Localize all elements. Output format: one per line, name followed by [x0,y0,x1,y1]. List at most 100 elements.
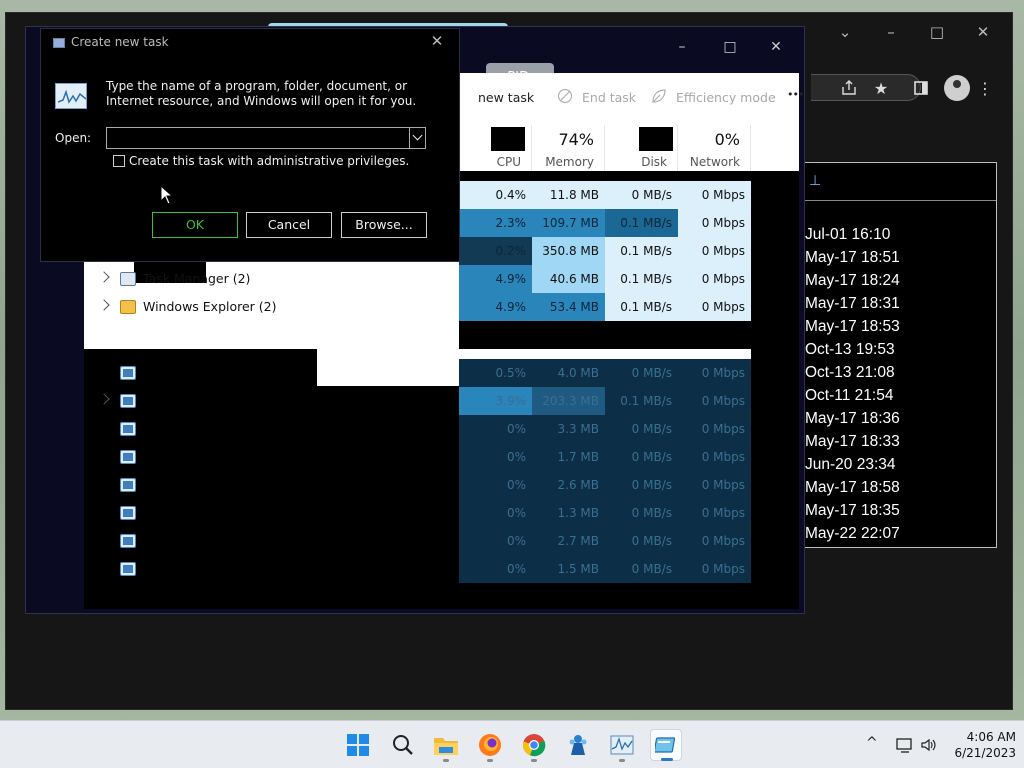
network-cell: 0 Mbps [678,555,751,583]
folder-icon [120,300,136,314]
minimize-button[interactable]: – [868,17,914,47]
cpu-cell: 0% [459,527,532,555]
start-windows-icon[interactable] [342,729,374,761]
menu-icon[interactable]: ⋮ [972,75,998,101]
search-icon[interactable] [387,729,419,761]
task-manager-taskbar-icon[interactable] [606,729,638,762]
memory-header-pct: 74% [558,130,594,149]
disk-cell: 0 MB/s [605,443,678,471]
tm-minimize-button[interactable]: – [662,33,702,61]
memory-header-label: Memory [545,155,594,169]
window-icon [120,450,136,464]
task-manager-graph-icon [55,83,87,109]
file-explorer-icon[interactable] [430,729,462,762]
task-manager-icon [120,272,136,286]
memory-header[interactable]: 74% Memory [532,125,605,171]
date-list-item: Oct-11 21:54 [805,387,894,404]
ok-button[interactable]: OK [152,212,238,238]
more-options-icon[interactable]: ••• [787,88,804,101]
close-button[interactable]: ✕ [960,17,1006,47]
cancel-button[interactable]: Cancel [246,212,332,238]
tm-close-button[interactable]: ✕ [756,33,796,61]
window-icon [120,562,136,576]
teams-people-icon[interactable] [562,729,594,761]
disk-cell: 0.1 MB/s [605,387,678,415]
chevron-right-icon[interactable] [98,393,110,405]
firefox-icon[interactable] [474,729,506,762]
tab-search-icon[interactable]: ⌄ [822,17,868,47]
maximize-button[interactable]: □ [914,17,960,47]
side-panel-icon[interactable] [908,75,934,101]
date-list-item: May-17 18:24 [805,272,900,289]
disk-cell: 0 MB/s [605,181,678,209]
date-list-item: May-17 18:58 [805,479,900,496]
dialog-close-button[interactable]: ✕ [427,32,447,52]
tray-overflow-chevron-icon[interactable]: ^ [866,735,878,751]
memory-cell: 1.7 MB [532,443,605,471]
disk-cell: 0 MB/s [605,555,678,583]
process-row[interactable]: 0% 1.3 MB 0 MB/s 0 Mbps [84,499,799,527]
share-icon[interactable] [836,75,862,101]
network-icon[interactable] [896,737,914,756]
volume-icon[interactable] [920,737,936,756]
cpu-cell: 0% [459,443,532,471]
leaf-icon [651,88,667,107]
cpu-redaction [491,127,525,151]
window-icon [120,366,136,380]
cpu-header[interactable]: CPU [459,125,532,171]
disk-cell: 0 MB/s [605,415,678,443]
process-row[interactable]: 0% 1.5 MB 0 MB/s 0 Mbps [84,555,799,583]
network-cell: 0 Mbps [678,443,751,471]
date-list-item: Jun-20 23:34 [805,456,896,473]
efficiency-mode-button[interactable]: Efficiency mode [676,90,776,105]
chrome-icon[interactable] [518,729,550,762]
profile-avatar-icon[interactable] [944,75,970,101]
date-list-item: May-17 18:36 [805,410,900,427]
window-icon [120,506,136,520]
run-new-task-button[interactable]: new task [478,90,534,105]
process-row[interactable]: 0.5% 4.0 MB 0 MB/s 0 Mbps [84,359,799,387]
chevron-right-icon[interactable] [98,299,110,311]
cpu-cell: 4.9% [459,293,532,321]
network-cell: 0 Mbps [678,265,751,293]
process-row[interactable]: 0% 1.7 MB 0 MB/s 0 Mbps [84,443,799,471]
process-row[interactable]: 0% 2.6 MB 0 MB/s 0 Mbps [84,471,799,499]
active-indicator [661,758,673,761]
open-input[interactable] [106,127,426,149]
memory-cell: 11.8 MB [532,181,605,209]
process-row[interactable]: Task Manager (2) 4.9% 40.6 MB 0.1 MB/s 0 Mbp… [84,265,799,293]
date-list-item: Jul-01 16:10 [805,226,891,243]
memory-cell: 53.4 MB [532,293,605,321]
end-task-button[interactable]: End task [582,90,636,105]
dialog-message: Type the name of a program, folder, docu… [106,79,417,108]
process-row[interactable]: 0% 3.3 MB 0 MB/s 0 Mbps [84,415,799,443]
date-list-item: Oct-13 21:08 [805,364,895,381]
window-icon [120,422,136,436]
process-row[interactable]: Windows Explorer (2) 4.9% 53.4 MB 0.1 MB/s 0… [84,293,799,321]
network-header[interactable]: 0% Network [678,125,751,171]
process-name: Windows Explorer (2) [143,299,277,314]
run-dialog-taskbar-icon[interactable] [650,729,682,761]
memory-cell: 203.3 MB [532,387,605,415]
network-header-label: Network [689,155,740,169]
disk-header[interactable]: Disk [605,125,678,171]
memory-cell: 350.8 MB [532,237,605,265]
chevron-right-icon[interactable] [98,271,110,283]
admin-checkbox[interactable] [113,155,125,167]
network-cell: 0 Mbps [678,359,751,387]
admin-checkbox-label[interactable]: Create this task with administrative pri… [129,154,409,168]
date-list-item: May-17 18:35 [805,502,900,519]
disk-redaction [639,127,673,151]
chevron-down-icon[interactable] [409,128,425,148]
browse-button[interactable]: Browse... [341,212,427,238]
taskbar-clock[interactable]: 4:06 AM 6/21/2023 [946,729,1016,761]
process-row[interactable]: 0% 2.7 MB 0 MB/s 0 Mbps [84,527,799,555]
mouse-cursor-icon [160,185,174,205]
tm-maximize-button[interactable]: □ [710,33,750,61]
disk-cell: 0 MB/s [605,359,678,387]
bookmark-star-icon[interactable]: ★ [868,75,894,101]
address-bar[interactable] [811,74,921,101]
date-list-item: May-17 18:53 [805,318,900,335]
process-row[interactable]: 3.9% 203.3 MB 0.1 MB/s 0 Mbps [84,387,799,415]
running-indicator [531,759,537,762]
